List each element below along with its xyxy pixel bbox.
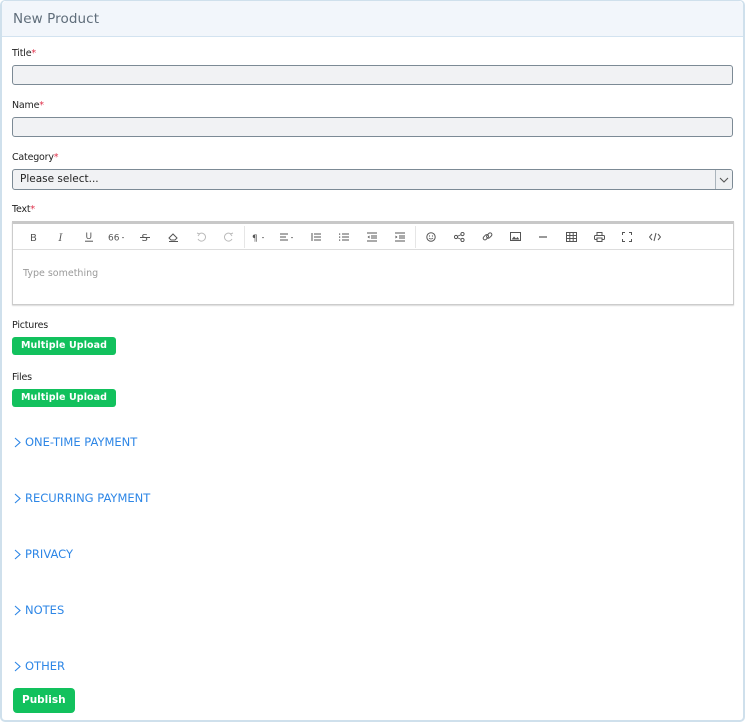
- ordered-list-icon[interactable]: [302, 226, 330, 248]
- toolbar-divider: [244, 225, 245, 248]
- code-icon[interactable]: [641, 226, 669, 248]
- redo-icon[interactable]: [215, 226, 243, 248]
- chevron-right-icon: [14, 661, 21, 671]
- unordered-list-icon[interactable]: [330, 226, 358, 248]
- section-privacy[interactable]: PRIVACY: [14, 547, 73, 561]
- svg-text:B: B: [30, 233, 37, 242]
- undo-icon[interactable]: [187, 226, 215, 248]
- quote-icon[interactable]: 66: [103, 226, 131, 248]
- name-label: Name: [12, 100, 40, 111]
- files-field-group: Files Multiple Upload: [12, 371, 734, 407]
- chevron-down-icon[interactable]: [715, 170, 732, 189]
- italic-icon[interactable]: I: [47, 226, 75, 248]
- category-field-group: Category* Please select...: [12, 151, 734, 190]
- pictures-label: Pictures: [12, 320, 49, 331]
- chevron-right-icon: [14, 549, 21, 559]
- text-label: Text: [12, 204, 31, 215]
- page-title: New Product: [13, 10, 100, 27]
- section-label: OTHER: [25, 659, 65, 673]
- eraser-icon[interactable]: [159, 226, 187, 248]
- card-header: New Product: [2, 1, 743, 37]
- pictures-upload-button[interactable]: Multiple Upload: [12, 337, 117, 355]
- category-select[interactable]: Please select...: [12, 169, 733, 190]
- section-label: RECURRING PAYMENT: [25, 491, 151, 505]
- required-mark: *: [31, 48, 36, 59]
- paragraph-icon[interactable]: ¶: [246, 226, 274, 248]
- emoji-icon[interactable]: [417, 226, 445, 248]
- horizontal-rule-icon[interactable]: [529, 226, 557, 248]
- image-icon[interactable]: [501, 226, 529, 248]
- svg-text:U: U: [86, 232, 93, 242]
- chevron-right-icon: [14, 437, 21, 447]
- bold-icon[interactable]: B: [19, 226, 47, 248]
- section-one-time-payment[interactable]: ONE-TIME PAYMENT: [14, 435, 137, 449]
- name-input[interactable]: [12, 117, 733, 137]
- section-other[interactable]: OTHER: [14, 659, 65, 673]
- underline-icon[interactable]: U: [75, 226, 103, 248]
- new-product-card: New Product Title* Name* Category* Pleas…: [0, 0, 745, 722]
- svg-text:¶: ¶: [252, 234, 258, 242]
- chevron-right-icon: [14, 493, 21, 503]
- section-recurring-payment[interactable]: RECURRING PAYMENT: [14, 491, 150, 505]
- section-notes[interactable]: NOTES: [14, 603, 64, 617]
- title-field-group: Title*: [12, 47, 734, 85]
- editor-toolbar: B I U 66 S ¶: [13, 224, 733, 250]
- chevron-right-icon: [14, 605, 21, 615]
- category-label: Category: [12, 152, 54, 163]
- files-upload-button[interactable]: Multiple Upload: [12, 389, 117, 407]
- link-icon[interactable]: [473, 226, 501, 248]
- required-mark: *: [53, 152, 59, 163]
- strikethrough-icon[interactable]: S: [131, 226, 159, 248]
- svg-text:I: I: [58, 233, 64, 242]
- category-selected-value: Please select...: [20, 173, 99, 185]
- editor-placeholder: Type something: [23, 268, 99, 279]
- section-label: PRIVACY: [25, 547, 73, 561]
- share-icon[interactable]: [445, 226, 473, 248]
- pictures-field-group: Pictures Multiple Upload: [12, 319, 734, 355]
- files-label: Files: [12, 372, 32, 383]
- section-label: ONE-TIME PAYMENT: [25, 435, 138, 449]
- indent-decrease-icon[interactable]: [358, 226, 386, 248]
- rich-text-editor: B I U 66 S ¶ Type something: [12, 221, 734, 305]
- svg-text:66: 66: [108, 233, 120, 242]
- table-icon[interactable]: [557, 226, 585, 248]
- text-field-group: Text* B I U 66 S ¶ Type something: [12, 203, 734, 305]
- editor-content[interactable]: Type something: [13, 250, 733, 297]
- align-icon[interactable]: [274, 226, 302, 248]
- publish-button[interactable]: Publish: [13, 688, 75, 713]
- title-label: Title: [12, 48, 32, 59]
- print-icon[interactable]: [585, 226, 613, 248]
- fullscreen-icon[interactable]: [613, 226, 641, 248]
- indent-increase-icon[interactable]: [386, 226, 414, 248]
- title-input[interactable]: [12, 65, 733, 85]
- required-mark: *: [30, 204, 35, 215]
- required-mark: *: [39, 100, 44, 111]
- toolbar-divider: [415, 225, 416, 248]
- name-field-group: Name*: [12, 99, 734, 137]
- section-label: NOTES: [25, 603, 65, 617]
